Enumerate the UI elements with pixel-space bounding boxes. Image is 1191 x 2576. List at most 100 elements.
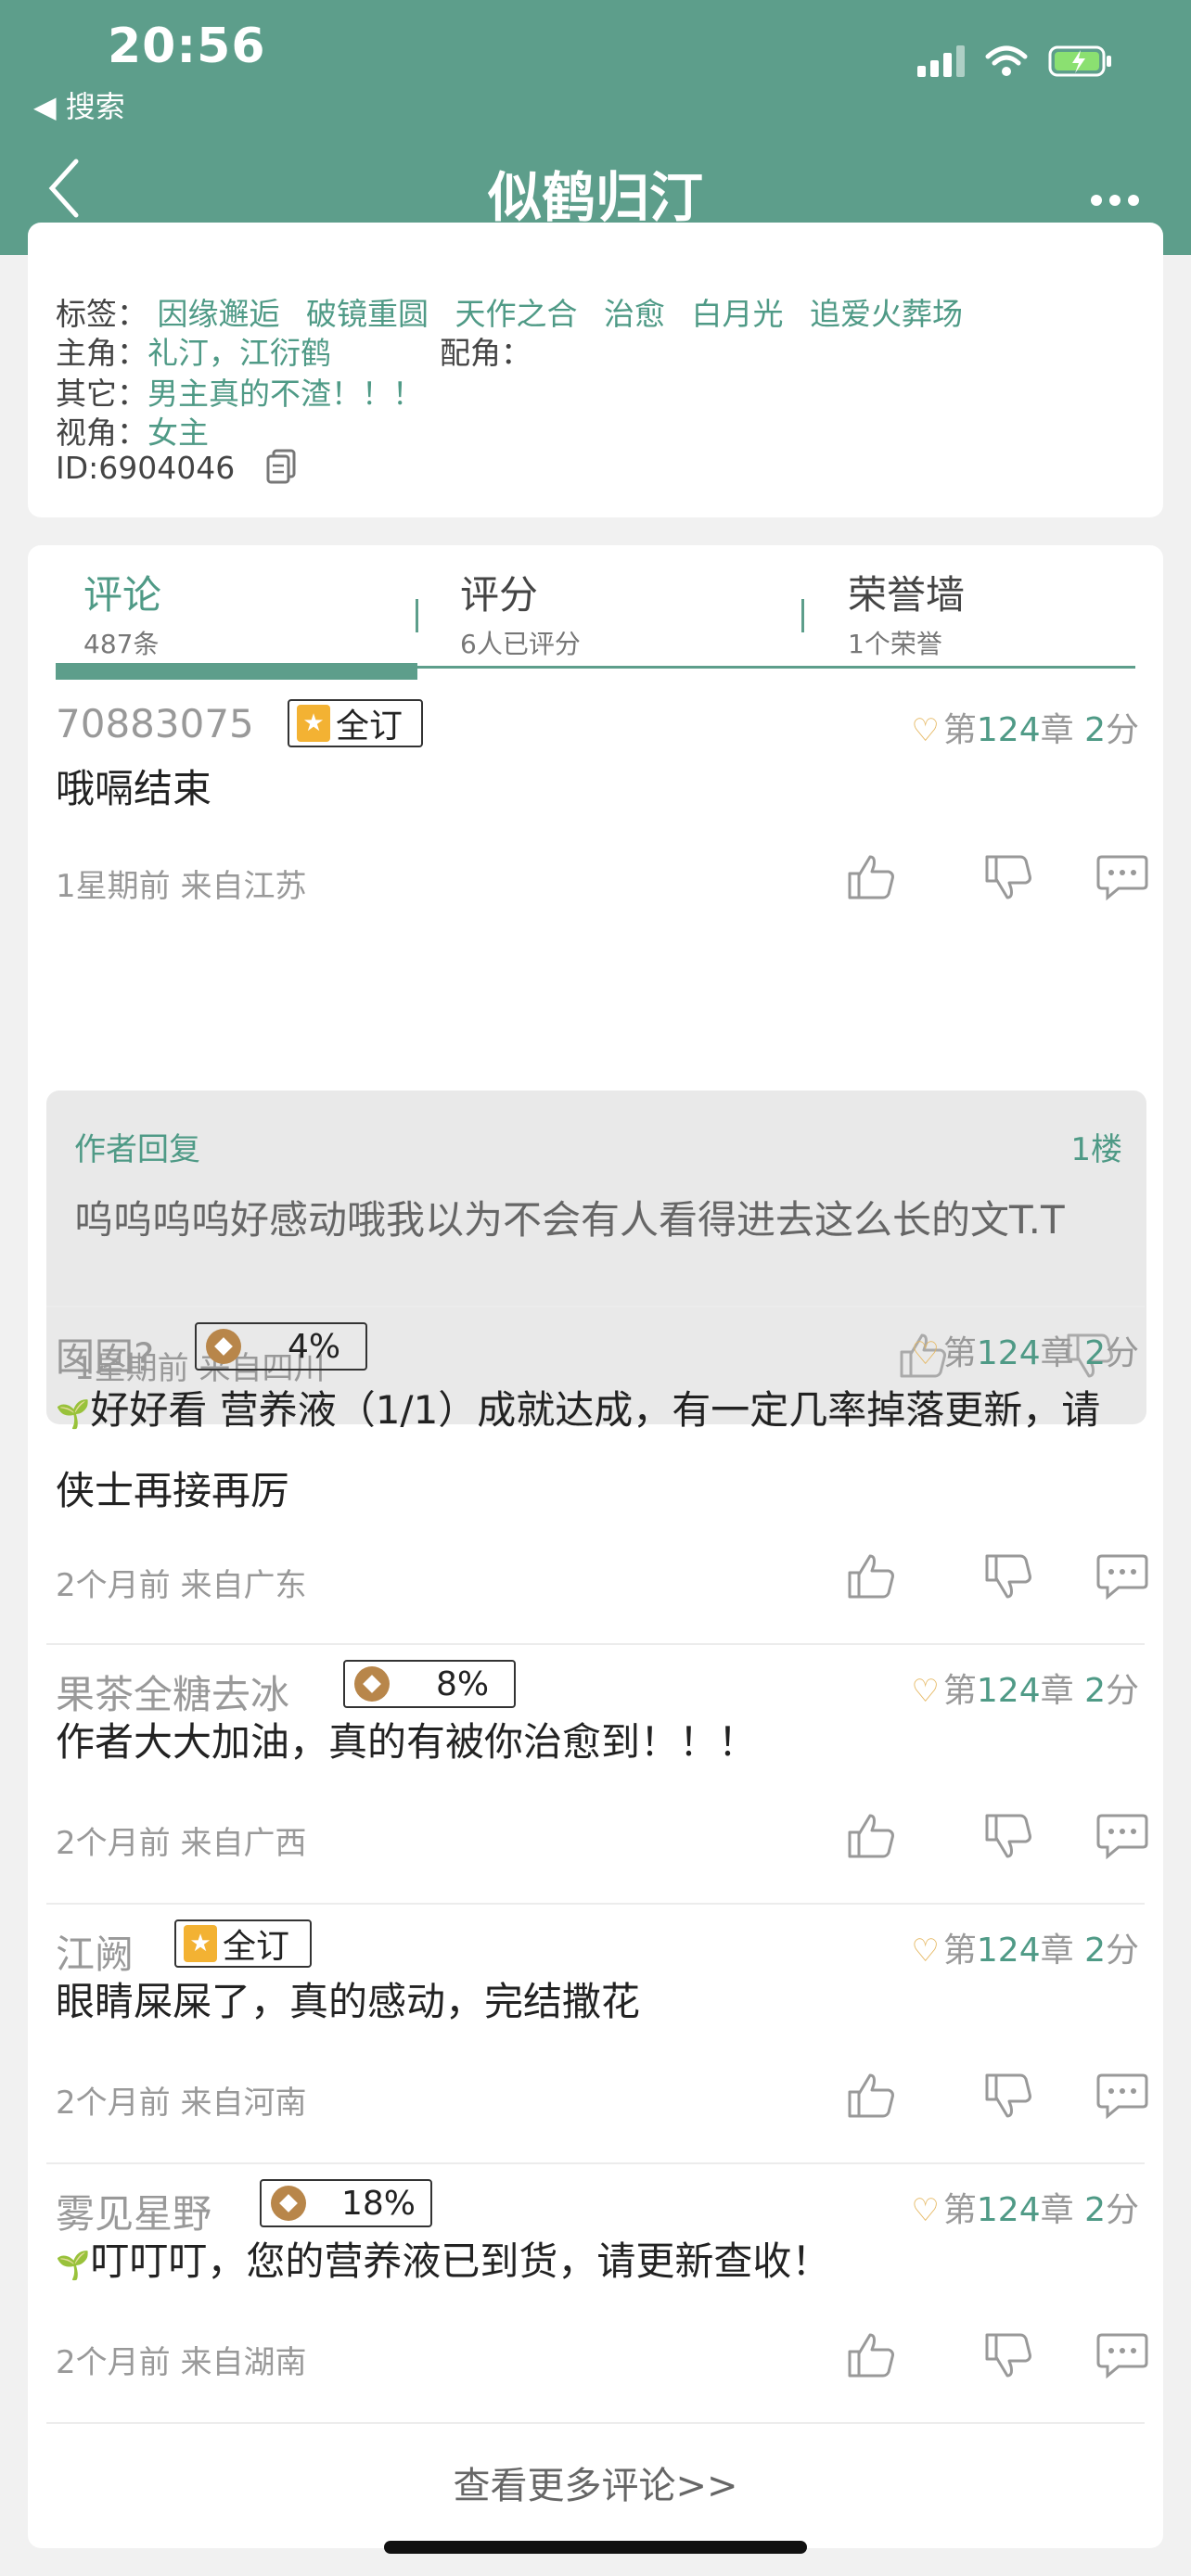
vip-icon: ♡ xyxy=(911,712,940,749)
reply-button[interactable] xyxy=(1095,2068,1150,2123)
tab-honor-wall[interactable]: 荣誉墙 1个荣誉 xyxy=(848,564,965,661)
subscribe-badge: ★ 全订 xyxy=(288,699,423,747)
divider xyxy=(46,1643,1145,1645)
bookmark-icon: ★ xyxy=(297,705,330,742)
comment-text: 哦嗝结束 xyxy=(56,766,212,811)
comment-bubble-icon xyxy=(1096,2333,1148,2379)
comment-chapter: ♡ 第124章 2分 xyxy=(911,1334,1139,1372)
dislike-button[interactable] xyxy=(981,849,1037,905)
dislike-button[interactable] xyxy=(981,2327,1037,2383)
badge-text: 18% xyxy=(341,2184,416,2223)
badge-text: 全订 xyxy=(336,708,403,746)
badge-text: 全订 xyxy=(223,1928,290,1966)
divider xyxy=(46,1306,1145,1307)
coin-badge: 8% xyxy=(343,1660,516,1708)
reply-button[interactable] xyxy=(1095,2327,1150,2383)
thumbs-up-icon xyxy=(848,855,894,899)
tag[interactable]: 因缘邂逅 xyxy=(158,296,280,332)
tags-label: 标签： xyxy=(56,296,147,332)
reply-button[interactable] xyxy=(1095,1808,1150,1864)
thumbs-down-icon xyxy=(985,2073,1031,2118)
thumbs-up-icon xyxy=(848,1814,894,1858)
comment-item: 雾见星野 18% ♡ 第124章 2分 🌱叮叮叮，您的营养液已到货，请更新查收！ … xyxy=(28,2179,1163,2424)
comment-meta: 2个月前 来自河南 xyxy=(56,2085,307,2122)
tag[interactable]: 天作之合 xyxy=(455,296,578,332)
like-button[interactable] xyxy=(844,1808,900,1864)
active-tab-indicator xyxy=(56,663,417,680)
thumbs-up-icon xyxy=(848,2333,894,2378)
tag[interactable]: 白月光 xyxy=(692,296,784,332)
header-bar: 20:56 ◀ 搜索 似鹤归汀 xyxy=(0,0,1191,255)
tab-ratings[interactable]: 评分 6人已评分 xyxy=(460,564,581,661)
tab-sub: 6人已评分 xyxy=(460,629,581,659)
tag[interactable]: 治愈 xyxy=(604,296,665,332)
lead-label: 主角： xyxy=(56,335,147,371)
comment-item: 江阙 ★ 全订 ♡ 第124章 2分 眼睛屎屎了，真的感动，完结撒花 2个月前 来… xyxy=(28,1919,1163,2164)
comment-text: 🌱叮叮叮，您的营养液已到货，请更新查收！ xyxy=(56,2238,831,2284)
thumbs-down-icon xyxy=(985,1554,1031,1599)
tag[interactable]: 追爱火葬场 xyxy=(810,296,963,332)
other-row: 其它：男主真的不渣！！！ xyxy=(56,369,423,414)
page-title: 似鹤归汀 xyxy=(487,166,703,229)
comment-text: 作者大大加油，真的有被你治愈到！！！ xyxy=(56,1719,758,1765)
tab-label: 荣誉墙 xyxy=(848,572,966,618)
view-label: 视角： xyxy=(56,414,147,451)
subscribe-badge: ★ 全订 xyxy=(174,1919,312,1968)
tab-sub: 1个荣誉 xyxy=(848,629,942,659)
like-button[interactable] xyxy=(844,849,900,905)
dislike-button[interactable] xyxy=(981,1549,1037,1604)
dislike-button[interactable] xyxy=(981,1808,1037,1864)
author-reply-label: 作者回复 xyxy=(74,1131,200,1168)
divider xyxy=(46,1903,1145,1905)
coin-icon xyxy=(271,2186,306,2221)
thumbs-up-icon xyxy=(848,1554,894,1599)
other-value: 男主真的不渣！！！ xyxy=(147,376,423,412)
reply-button[interactable] xyxy=(1095,849,1150,905)
copy-icon[interactable] xyxy=(265,449,297,484)
vip-icon: ♡ xyxy=(911,1335,940,1372)
more-dots-icon xyxy=(1091,195,1139,206)
divider xyxy=(46,2162,1145,2164)
comment-bubble-icon xyxy=(1096,855,1148,901)
more-button[interactable] xyxy=(1089,165,1141,217)
comment-bubble-icon xyxy=(1096,1554,1148,1600)
back-to-search-link[interactable]: ◀ 搜索 xyxy=(33,83,125,126)
coin-icon xyxy=(206,1329,241,1364)
home-indicator[interactable] xyxy=(384,2541,807,2554)
tags-row: 标签： 因缘邂逅 破镜重圆 天作之合 治愈 白月光 追爱火葬场 xyxy=(56,289,980,334)
reply-button[interactable] xyxy=(1095,1549,1150,1604)
status-time: 20:56 xyxy=(108,19,266,74)
lead-row: 主角：礼汀，江衍鹤 配角： xyxy=(56,328,531,373)
dislike-button[interactable] xyxy=(981,2068,1037,2123)
sprout-icon: 🌱 xyxy=(56,2250,91,2282)
tab-label: 评分 xyxy=(460,572,539,618)
thumbs-down-icon xyxy=(985,855,1031,899)
battery-icon xyxy=(1048,45,1111,77)
wifi-icon xyxy=(985,45,1028,76)
reply-text: 呜呜呜呜好感动哦我以为不会有人看得进去这么长的文T.T xyxy=(74,1197,1065,1243)
tag[interactable]: 破镜重圆 xyxy=(306,296,429,332)
like-button[interactable] xyxy=(844,2327,900,2383)
other-label: 其它： xyxy=(56,376,147,412)
more-comments-link[interactable]: 查看更多评论>> xyxy=(28,2455,1163,2509)
tab-comments[interactable]: 评论 487条 xyxy=(83,564,161,661)
tab-separator xyxy=(416,599,418,632)
like-button[interactable] xyxy=(844,1549,900,1604)
badge-text: 8% xyxy=(436,1664,490,1703)
thumbs-down-icon xyxy=(985,2333,1031,2378)
bookmark-icon: ★ xyxy=(184,1925,217,1962)
status-icons xyxy=(917,45,1113,78)
comment-item: 囡囡? 4% ♡ 第124章 2分 🌱好好看 营养液（1/1）成就达成，有一定几率… xyxy=(28,1322,1163,1632)
comment-bubble-icon xyxy=(1096,1814,1148,1860)
novel-id: ID:6904046 xyxy=(56,450,236,486)
coin-badge: 18% xyxy=(260,2179,432,2227)
sprout-icon: 🌱 xyxy=(56,1398,91,1431)
tab-sub: 487条 xyxy=(83,629,160,659)
comment-username[interactable]: 70883075 xyxy=(56,701,254,746)
like-button[interactable] xyxy=(844,2068,900,2123)
tab-label: 评论 xyxy=(83,572,162,618)
lead-value[interactable]: 礼汀，江衍鹤 xyxy=(147,335,331,371)
divider xyxy=(46,2422,1145,2424)
thumbs-up-icon xyxy=(848,2073,894,2118)
comment-meta: 1星期前 来自江苏 xyxy=(56,868,307,905)
